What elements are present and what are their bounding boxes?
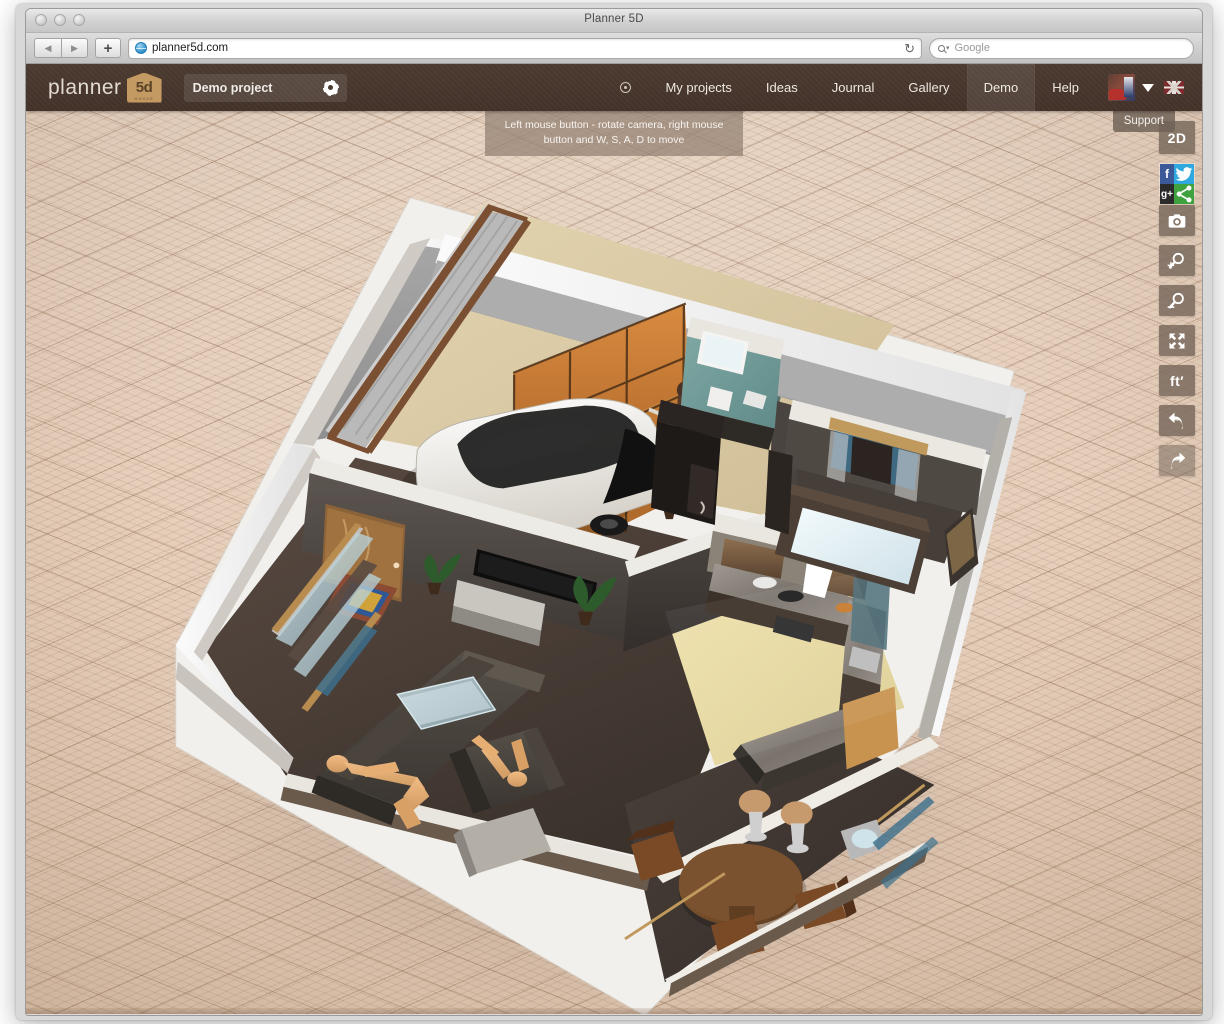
logo-wordmark: planner (48, 76, 122, 100)
avatar[interactable] (1108, 74, 1135, 101)
nav-item-my-projects[interactable]: My projects (648, 64, 748, 111)
page-content: planner 5d HOUSE Demo project My project… (26, 64, 1202, 1014)
share-nodes-icon (1174, 184, 1194, 204)
browser-toolbar: ◀ ▶ + planner5d.com ↻ ▾ Google (26, 33, 1202, 64)
floorplan-3d-model[interactable] (26, 111, 1202, 1014)
nav-item-journal[interactable]: Journal (815, 64, 892, 111)
chevron-down-icon[interactable] (1142, 84, 1154, 92)
undo-button[interactable] (1159, 405, 1195, 436)
camera-icon (1167, 211, 1187, 231)
user-menu[interactable] (1096, 64, 1164, 111)
desktop-background: Planner 5D ◀ ▶ + planner5d.com ↻ ▾ Googl… (0, 0, 1224, 1024)
zoom-out-button[interactable] (1159, 285, 1195, 316)
facebook-share-button[interactable]: f (1160, 164, 1174, 184)
zoom-in-button[interactable] (1159, 245, 1195, 276)
twitter-share-button[interactable] (1174, 164, 1194, 184)
viewport-3d[interactable]: Left mouse button - rotate camera, right… (26, 111, 1202, 1014)
expand-arrows-icon (1167, 331, 1187, 351)
logo-badge-text: 5d (136, 79, 153, 96)
nav-buttons: ◀ ▶ (34, 38, 88, 58)
address-bar[interactable]: planner5d.com ↻ (128, 38, 922, 59)
redo-button[interactable] (1159, 445, 1195, 476)
logo-badge-icon: 5d HOUSE (127, 73, 162, 103)
magnifier-plus-icon (1167, 251, 1187, 271)
main-nav: My projects Ideas Journal Gallery Demo H… (603, 64, 1202, 111)
support-button[interactable]: Support (1113, 111, 1175, 132)
viewport-toolbar: 2D f g+ (1159, 121, 1195, 476)
search-placeholder: Google (955, 42, 990, 54)
nav-item-demo[interactable]: Demo (967, 64, 1036, 111)
window-title: Planner 5D (26, 13, 1202, 25)
screenshot-button[interactable] (1159, 205, 1195, 236)
undo-arrow-icon (1167, 411, 1187, 431)
planner5d-logo[interactable]: planner 5d HOUSE (48, 73, 162, 103)
reload-icon[interactable]: ↻ (904, 41, 915, 57)
googleplus-share-button[interactable]: g+ (1160, 184, 1174, 204)
project-selector[interactable]: Demo project (184, 74, 347, 102)
logo-badge-subtext: HOUSE (134, 96, 153, 101)
project-name: Demo project (193, 81, 273, 95)
site-favicon-icon (135, 42, 147, 54)
nav-item-gallery[interactable]: Gallery (891, 64, 966, 111)
browser-window: Planner 5D ◀ ▶ + planner5d.com ↻ ▾ Googl… (25, 8, 1203, 1016)
record-dot-icon (620, 82, 631, 93)
app-header: planner 5d HOUSE Demo project My project… (26, 64, 1202, 111)
magnifier-minus-icon (1167, 291, 1187, 311)
nav-item-help[interactable]: Help (1035, 64, 1096, 111)
search-icon: ▾ (938, 44, 950, 52)
forward-button[interactable]: ▶ (61, 38, 88, 58)
nav-item-record[interactable] (603, 64, 648, 111)
fullscreen-button[interactable] (1159, 325, 1195, 356)
browser-titlebar: Planner 5D (26, 9, 1202, 33)
uk-flag-icon[interactable] (1164, 81, 1184, 94)
camera-hint: Left mouse button - rotate camera, right… (485, 111, 743, 156)
twitter-bird-icon (1174, 164, 1194, 184)
url-text: planner5d.com (152, 42, 228, 54)
viewport-bottom-edge (26, 1008, 1202, 1014)
back-button[interactable]: ◀ (34, 38, 61, 58)
nav-item-ideas[interactable]: Ideas (749, 64, 815, 111)
units-button[interactable]: ft′ (1159, 365, 1195, 396)
social-share-group[interactable]: f g+ (1159, 163, 1195, 196)
search-input[interactable]: ▾ Google (929, 38, 1194, 59)
new-tab-button[interactable]: + (95, 38, 121, 58)
redo-arrow-icon (1167, 451, 1187, 471)
share-button[interactable] (1174, 184, 1194, 204)
gear-icon[interactable] (324, 81, 338, 95)
